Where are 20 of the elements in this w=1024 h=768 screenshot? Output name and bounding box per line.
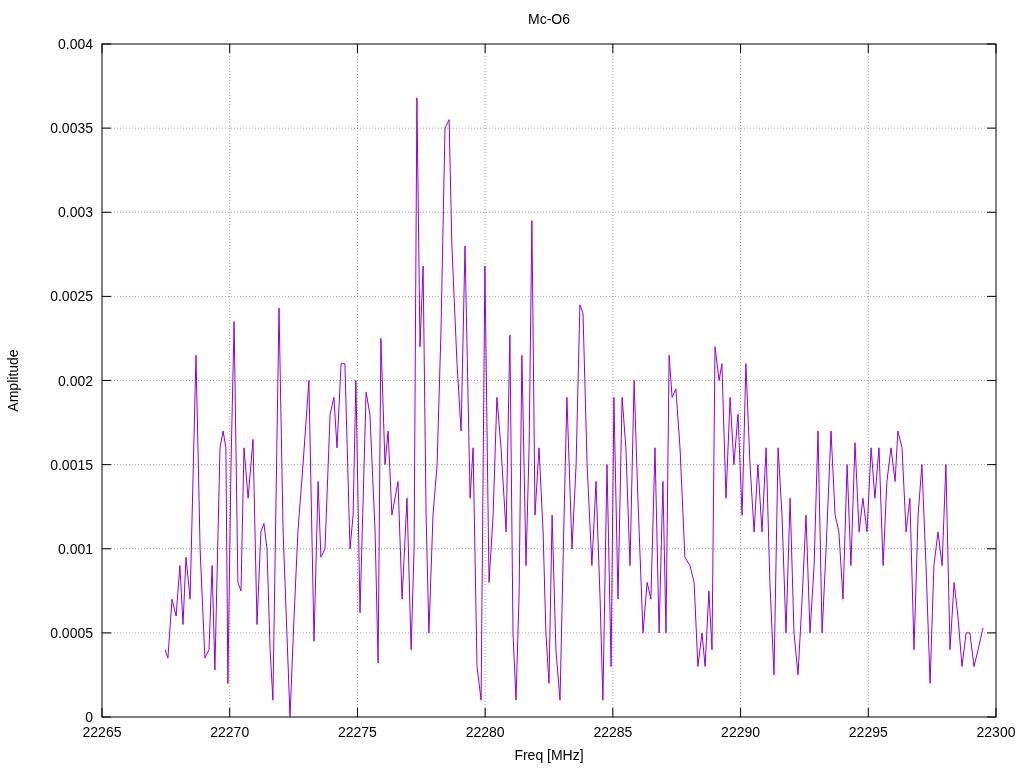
tick-label: 0.003 bbox=[57, 204, 93, 221]
tick-label: 22290 bbox=[721, 724, 761, 740]
tick-label: 22265 bbox=[82, 724, 122, 740]
tick-label: 0.0015 bbox=[50, 456, 93, 473]
tick-label: 22300 bbox=[976, 724, 1016, 740]
tick-label: 0.004 bbox=[57, 36, 93, 52]
tick-label: 0.002 bbox=[57, 372, 93, 389]
tick-label: 0.0035 bbox=[50, 120, 93, 137]
tick-label: 22270 bbox=[210, 724, 250, 740]
tick-label: 0.0005 bbox=[50, 624, 93, 641]
tick-label: 0.001 bbox=[57, 540, 93, 557]
tick-label: 0 bbox=[85, 709, 93, 725]
tick-label: 0.0025 bbox=[50, 288, 93, 305]
tick-label: 22295 bbox=[848, 724, 888, 740]
tick-label: 22285 bbox=[593, 724, 633, 740]
axis-label: Amplitude bbox=[5, 349, 21, 412]
tick-label: 22280 bbox=[465, 724, 505, 740]
chart-title: Mc-O6 bbox=[528, 11, 570, 27]
tick-label: 22275 bbox=[337, 724, 377, 740]
axis-label: Freq [MHz] bbox=[514, 747, 584, 763]
